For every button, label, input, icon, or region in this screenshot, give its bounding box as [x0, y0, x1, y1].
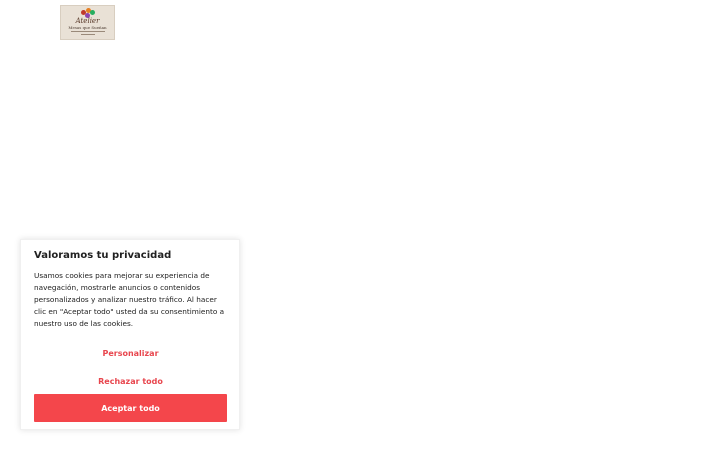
reject-all-button[interactable]: Rechazar todo — [34, 368, 227, 394]
accept-all-button[interactable]: Aceptar todo — [34, 394, 227, 422]
cookie-consent-banner: Valoramos tu privacidad Usamos cookies p… — [20, 239, 240, 430]
logo-name: Atelier — [75, 17, 100, 25]
logo-small-divider — [80, 34, 95, 35]
cookie-banner-description: Usamos cookies para mejorar su experienc… — [34, 271, 225, 328]
logo-divider — [70, 31, 105, 32]
cookie-banner-title: Valoramos tu privacidad — [34, 250, 172, 261]
logo-tagline: Mesas que Sueñan — [68, 25, 107, 30]
site-logo[interactable]: Atelier Mesas que Sueñan — [60, 5, 115, 40]
customize-button[interactable]: Personalizar — [34, 340, 227, 366]
flower-emblem-icon — [80, 8, 95, 18]
